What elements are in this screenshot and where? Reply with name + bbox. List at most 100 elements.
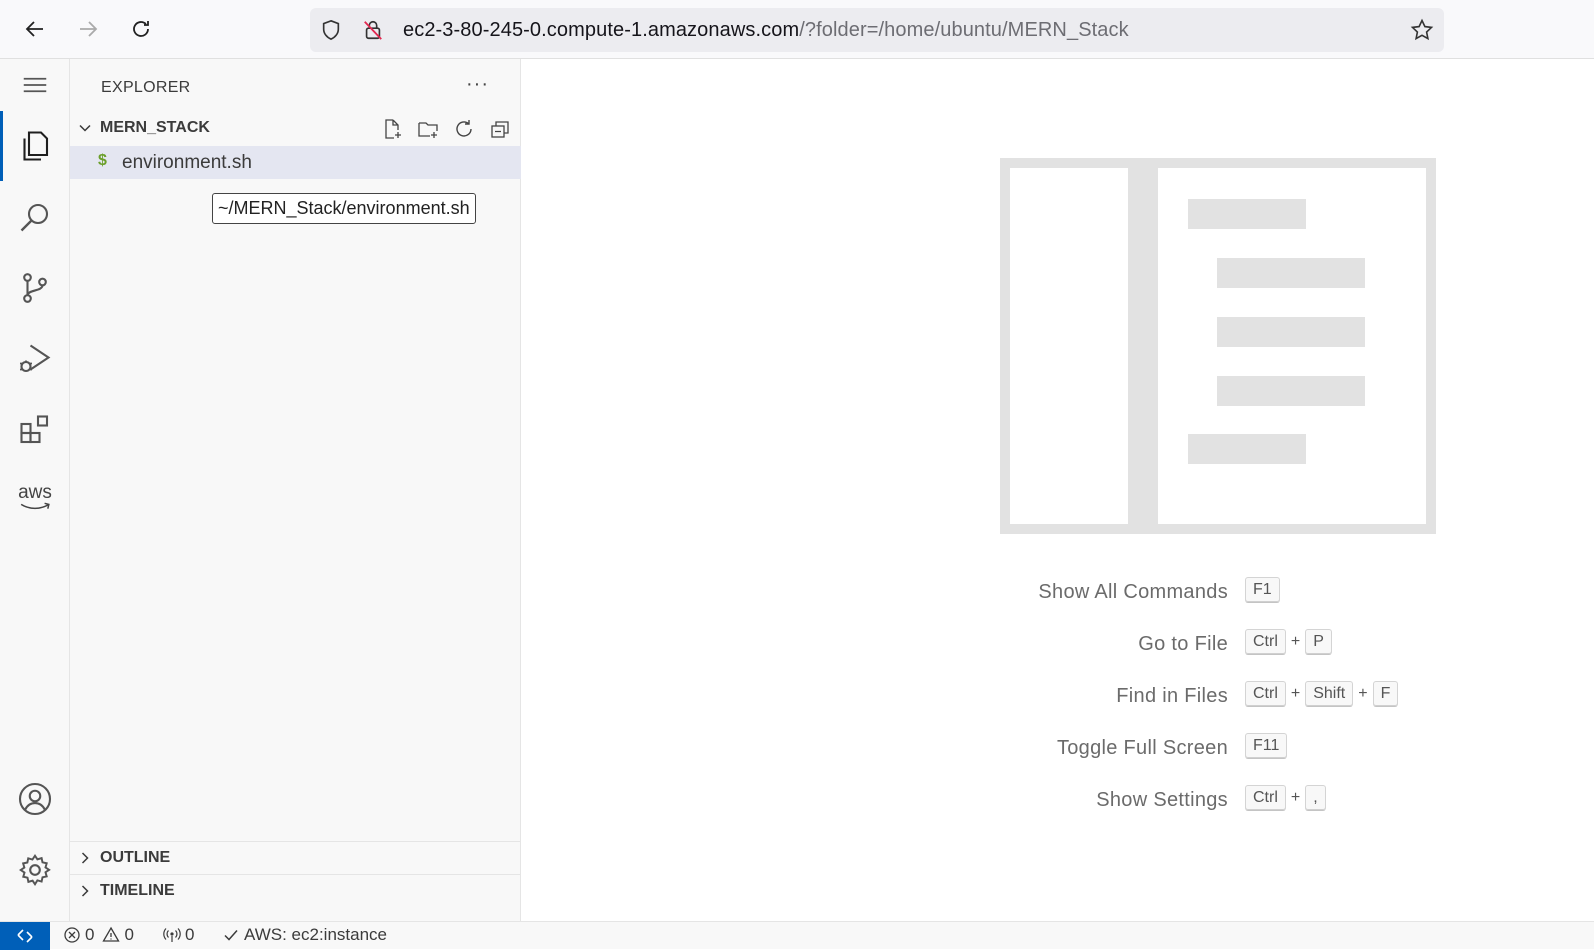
search-button[interactable] xyxy=(0,182,70,252)
extensions-icon xyxy=(20,415,49,444)
aws-toolkit-button[interactable]: aws xyxy=(0,462,70,532)
timeline-label: TIMELINE xyxy=(100,882,175,899)
keybinding-key: P xyxy=(1305,629,1332,655)
aws-icon-label: aws xyxy=(18,481,52,503)
aws-connection-label: AWS: ec2:instance xyxy=(244,925,387,944)
status-bar: 0 0 0 AWS: ec2:instance xyxy=(0,921,1594,950)
shortcut-keys: F11 xyxy=(1245,733,1288,759)
warning-icon xyxy=(102,926,121,942)
run-debug-icon xyxy=(20,344,51,373)
remote-button[interactable] xyxy=(0,922,50,950)
folder-name: MERN_STACK xyxy=(100,119,210,136)
file-item-environment-sh[interactable]: $ environment.sh xyxy=(70,146,521,179)
refresh-icon xyxy=(456,120,472,137)
chevron-right-icon xyxy=(70,883,100,899)
shortcut-label: Toggle Full Screen xyxy=(1056,737,1228,759)
menu-icon xyxy=(23,77,47,93)
shortcut-keys: Ctrl + Shift + F xyxy=(1245,681,1399,707)
remote-connection-icon xyxy=(17,929,33,943)
sidebar-title: EXPLORER xyxy=(101,79,191,96)
shortcut-label: Go to File xyxy=(1138,633,1228,655)
extensions-button[interactable] xyxy=(0,395,70,465)
keybinding-key: , xyxy=(1305,785,1326,811)
ports-count: 0 xyxy=(185,925,195,944)
timeline-section-header[interactable]: TIMELINE xyxy=(70,875,521,907)
keybinding-key: F11 xyxy=(1245,733,1288,759)
back-button[interactable] xyxy=(20,14,50,44)
shortcut-row: Go to File Ctrl + P xyxy=(522,629,1594,659)
arrow-left-icon xyxy=(25,21,43,37)
folder-section-header[interactable]: MERN_STACK xyxy=(70,112,521,144)
keybinding-key: Shift xyxy=(1305,681,1354,707)
outline-label: OUTLINE xyxy=(100,849,171,866)
outline-section-header[interactable]: OUTLINE xyxy=(70,842,521,874)
shortcut-row: Show Settings Ctrl +, xyxy=(522,785,1594,815)
settings-button[interactable] xyxy=(0,835,70,905)
shortcut-label: Show All Commands xyxy=(1038,581,1228,603)
warning-count: 0 xyxy=(124,925,134,944)
chevron-down-icon xyxy=(70,120,100,136)
explorer-icon xyxy=(23,131,49,161)
run-debug-button[interactable] xyxy=(0,324,70,394)
account-icon xyxy=(18,782,52,816)
bookmark-star-icon[interactable] xyxy=(1410,18,1434,42)
url-host: ec2-3-80-245-0.compute-1.amazonaws.com xyxy=(403,19,800,41)
shortcut-row: Find in Files Ctrl + Shift + F xyxy=(522,681,1594,711)
new-file-button[interactable] xyxy=(379,116,405,142)
shield-icon[interactable] xyxy=(320,19,342,41)
forward-button[interactable] xyxy=(73,14,103,44)
reload-icon xyxy=(133,21,149,37)
new-file-icon xyxy=(385,119,401,139)
address-bar[interactable]: ec2-3-80-245-0.compute-1.amazonaws.com/?… xyxy=(310,8,1444,52)
settings-gear-icon xyxy=(19,854,51,887)
shortcut-label: Show Settings xyxy=(1096,789,1228,811)
new-folder-button[interactable] xyxy=(415,116,441,142)
keybinding-key: F1 xyxy=(1245,577,1280,603)
aws-connection-status[interactable]: AWS: ec2:instance xyxy=(222,925,387,945)
menu-button[interactable] xyxy=(0,50,70,120)
problems-status[interactable]: 0 0 xyxy=(63,925,134,945)
explorer-button[interactable] xyxy=(0,111,70,181)
activity-bar: aws xyxy=(0,59,70,921)
ports-status[interactable]: 0 xyxy=(163,925,194,945)
insecure-lock-icon[interactable] xyxy=(362,18,384,42)
source-control-button[interactable] xyxy=(0,253,70,323)
shell-file-icon: $ xyxy=(98,152,107,169)
url-path: /?folder=/home/ubuntu/MERN_Stack xyxy=(799,19,1129,41)
search-icon xyxy=(20,203,49,232)
more-actions-button[interactable]: ··· xyxy=(466,73,489,96)
keybinding-key: Ctrl xyxy=(1245,785,1286,811)
key-plus: + xyxy=(1358,685,1368,702)
chevron-right-icon xyxy=(70,850,100,866)
key-plus: + xyxy=(1290,789,1301,806)
file-name: environment.sh xyxy=(122,152,252,173)
source-control-icon xyxy=(23,273,47,303)
shortcut-keys: F1 xyxy=(1245,577,1280,603)
collapse-folders-button[interactable] xyxy=(487,116,513,142)
shortcut-keys: Ctrl + P xyxy=(1245,629,1332,655)
accounts-button[interactable] xyxy=(0,764,70,834)
arrow-right-icon xyxy=(80,21,98,37)
editor-area[interactable]: Show All Commands F1 Go to File Ctrl + P Find … xyxy=(522,59,1594,921)
shortcut-label: Find in Files xyxy=(1116,685,1228,707)
keybinding-key: Ctrl xyxy=(1245,681,1286,707)
explorer-sidebar: EXPLORER ··· MERN_STACK $ environment.sh… xyxy=(70,59,521,921)
file-path-tooltip: ~/MERN_Stack/environment.sh xyxy=(212,193,476,224)
key-plus: + xyxy=(1290,685,1301,702)
error-icon xyxy=(64,927,80,943)
shortcut-keys: Ctrl +, xyxy=(1245,785,1326,811)
check-icon xyxy=(224,930,238,941)
browser-toolbar: ec2-3-80-245-0.compute-1.amazonaws.com/?… xyxy=(0,0,1594,59)
shortcut-row: Show All Commands F1 xyxy=(522,577,1594,607)
shortcut-row: Toggle Full Screen F11 xyxy=(522,733,1594,763)
url-text[interactable]: ec2-3-80-245-0.compute-1.amazonaws.com/?… xyxy=(403,19,1129,42)
folder-actions xyxy=(379,116,513,142)
broadcast-icon xyxy=(163,928,181,942)
error-count: 0 xyxy=(85,925,95,944)
key-plus: + xyxy=(1290,633,1301,650)
vscode-watermark-logo xyxy=(1000,158,1436,534)
reload-button[interactable] xyxy=(126,14,156,44)
aws-icon: aws xyxy=(18,481,52,511)
new-folder-icon xyxy=(418,122,438,138)
refresh-explorer-button[interactable] xyxy=(451,116,477,142)
